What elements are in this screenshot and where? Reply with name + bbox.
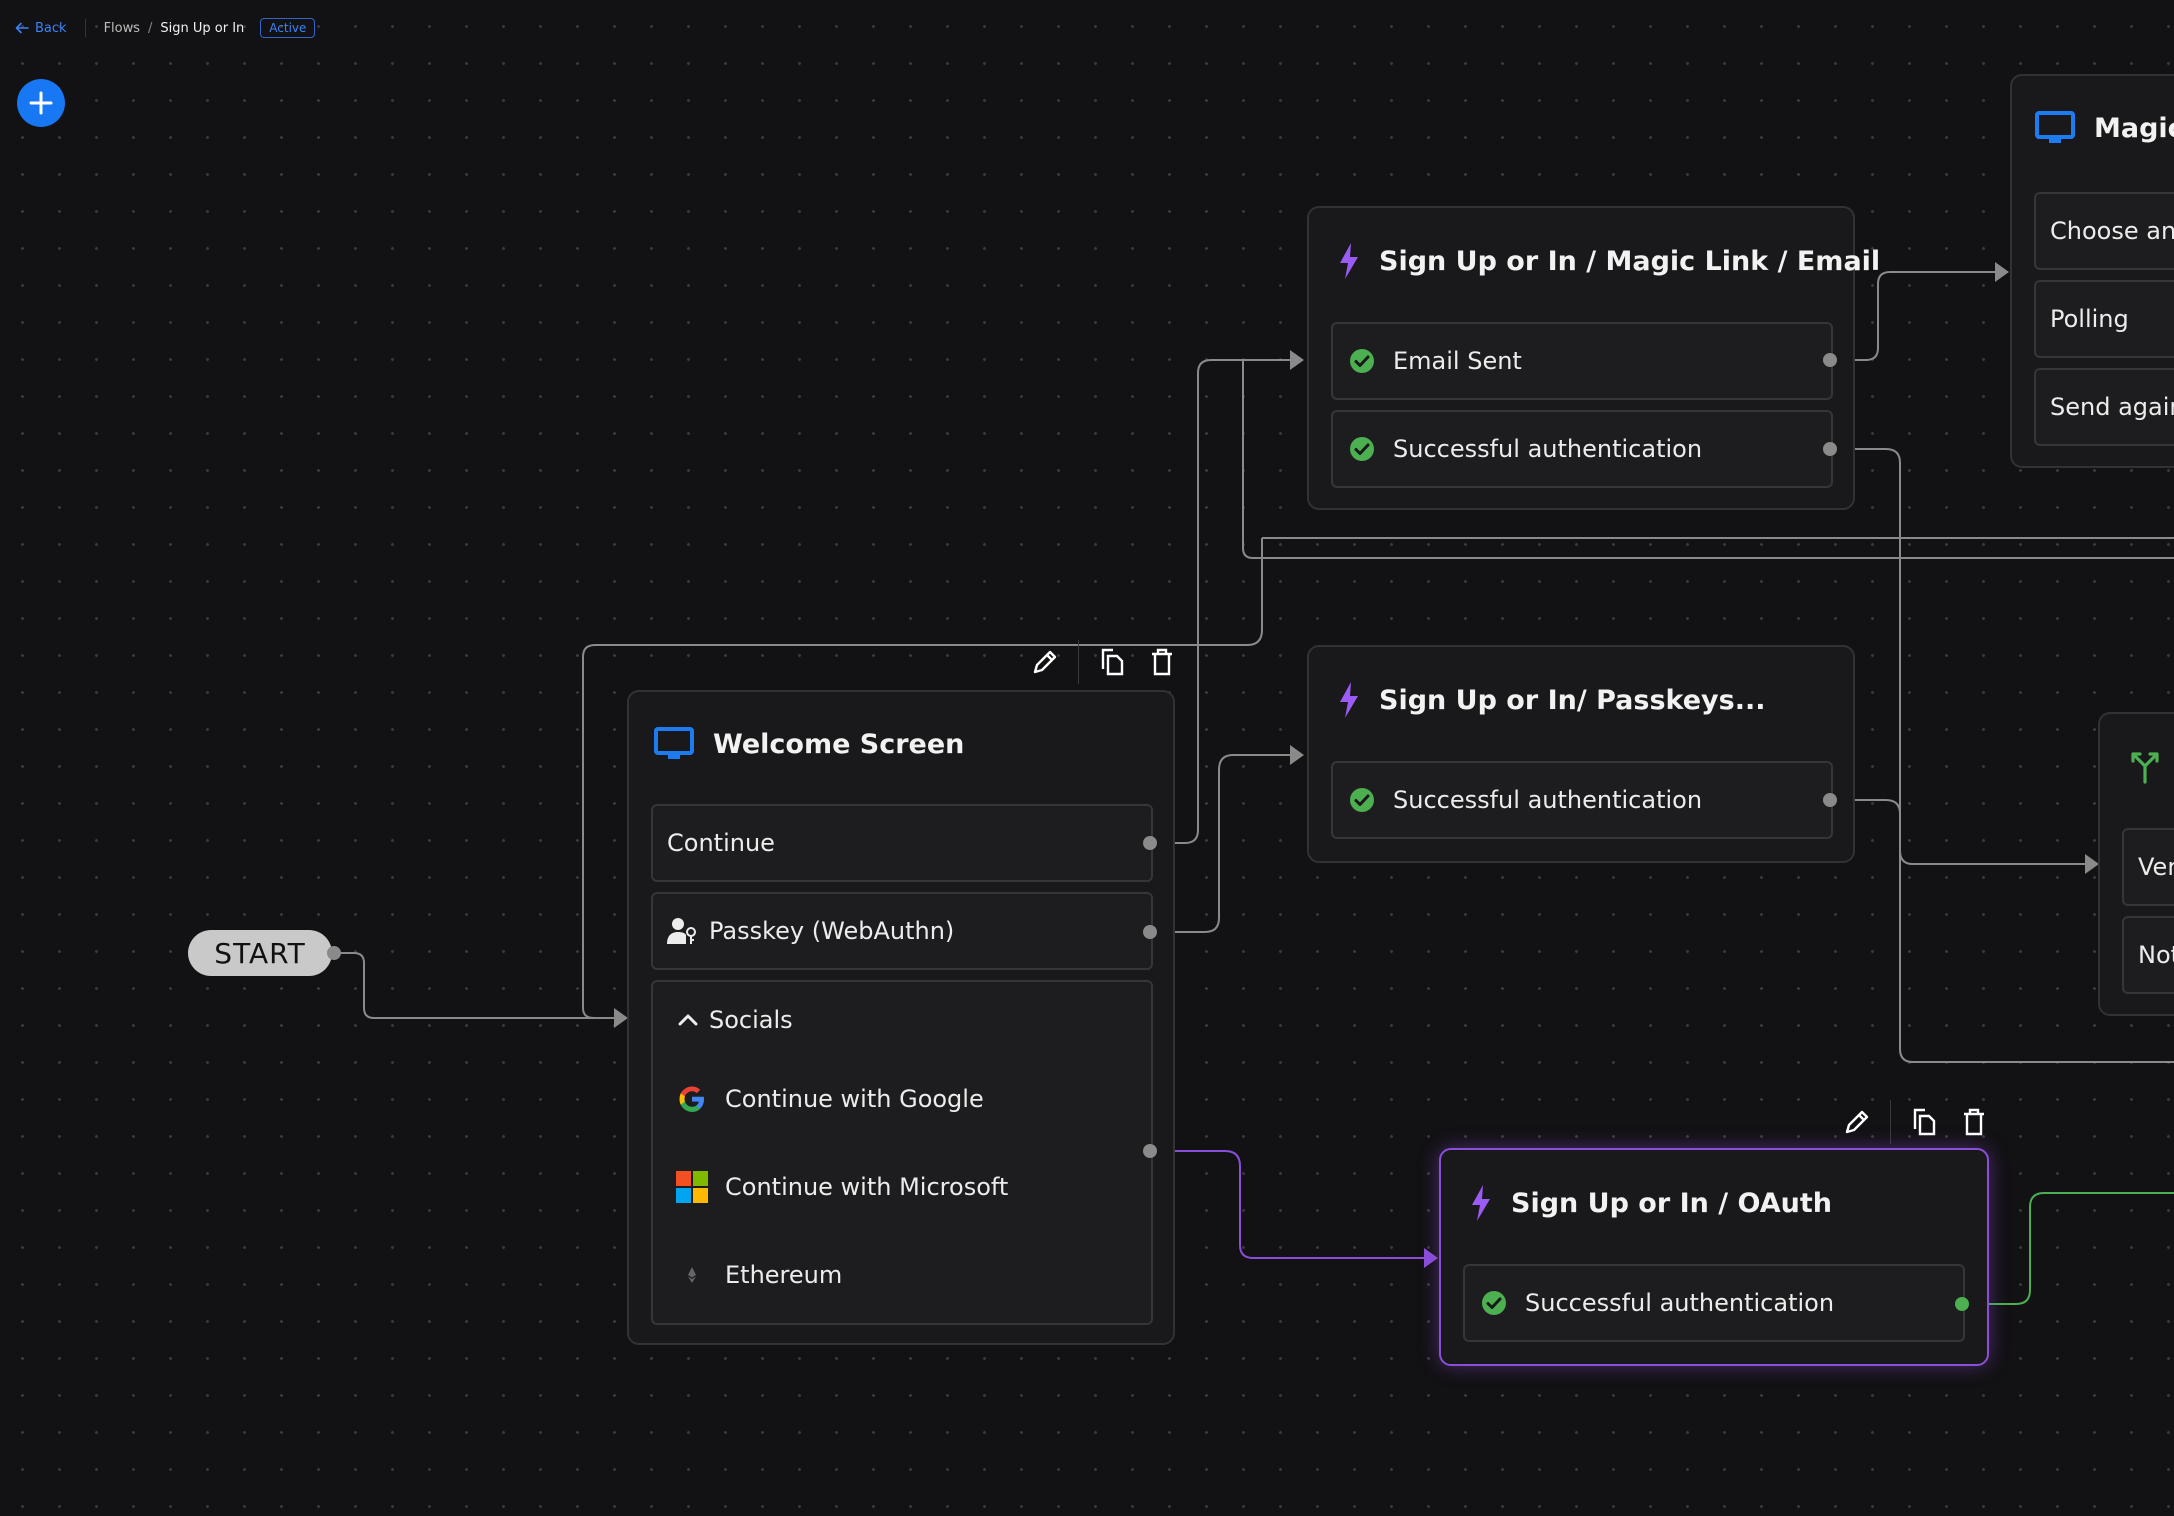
welcome-title: Welcome Screen bbox=[653, 726, 964, 762]
top-bar: Back Flows / Sign Up or In Active bbox=[15, 17, 316, 39]
passkeys-action-node[interactable]: Sign Up or In/ Passkeys... Successful au… bbox=[1307, 645, 1855, 863]
condition-row-not[interactable]: Not bbox=[2122, 916, 2174, 994]
ethereum-button[interactable]: Ethereum bbox=[675, 1258, 842, 1292]
magic-success-output[interactable]: Successful authentication bbox=[1331, 410, 1833, 488]
passkey-button[interactable]: Passkey (WebAuthn) bbox=[651, 892, 1153, 970]
lightning-icon bbox=[1472, 1185, 1490, 1221]
socials-group: Socials Continue with Google Continue wi… bbox=[651, 980, 1153, 1325]
delete-button[interactable] bbox=[1957, 1105, 1991, 1139]
continue-button[interactable]: Continue bbox=[651, 804, 1153, 882]
arrow-left-icon bbox=[15, 22, 29, 34]
delete-button[interactable] bbox=[1145, 645, 1179, 679]
check-circle-icon bbox=[1350, 437, 1374, 461]
duplicate-button[interactable] bbox=[1095, 645, 1129, 679]
magic-row-send-again[interactable]: Send again bbox=[2034, 368, 2174, 446]
lightning-icon bbox=[1340, 682, 1358, 718]
passkeys-success-output[interactable]: Successful authentication bbox=[1331, 761, 1833, 839]
oauth-success-port[interactable] bbox=[1955, 1297, 1969, 1311]
condition-row-ver[interactable]: Ver bbox=[2122, 828, 2174, 906]
start-output-port[interactable] bbox=[327, 946, 341, 960]
chevron-up-icon bbox=[678, 1014, 698, 1026]
divider bbox=[84, 19, 86, 37]
email-sent-output[interactable]: Email Sent bbox=[1331, 322, 1833, 400]
pencil-icon bbox=[1845, 1110, 1869, 1134]
breadcrumb-current: Sign Up or In bbox=[160, 20, 245, 36]
magic-row-polling[interactable]: Polling bbox=[2034, 280, 2174, 358]
start-label: START bbox=[214, 936, 306, 970]
monitor-icon bbox=[2035, 111, 2075, 143]
oauth-title: Sign Up or In / OAuth bbox=[1469, 1184, 1832, 1222]
breadcrumb-flows[interactable]: Flows bbox=[104, 21, 140, 36]
welcome-screen-node[interactable]: Welcome Screen Continue Passkey (WebAuth… bbox=[627, 690, 1175, 1345]
magic-row-choose[interactable]: Choose and bbox=[2034, 192, 2174, 270]
wire-magic-success bbox=[1830, 448, 2085, 865]
back-label: Back bbox=[35, 20, 67, 36]
oauth-action-node[interactable]: Sign Up or In / OAuth Successful authent… bbox=[1439, 1148, 1989, 1366]
edit-button[interactable] bbox=[1840, 1105, 1874, 1139]
back-link[interactable]: Back bbox=[15, 21, 67, 36]
check-circle-icon bbox=[1350, 349, 1374, 373]
add-node-button[interactable] bbox=[17, 79, 65, 127]
check-circle-icon bbox=[1482, 1291, 1506, 1315]
monitor-icon bbox=[654, 727, 694, 759]
copy-icon bbox=[1101, 648, 1124, 676]
socials-toggle[interactable]: Socials bbox=[677, 1006, 793, 1034]
duplicate-button[interactable] bbox=[1907, 1105, 1941, 1139]
check-circle-icon bbox=[1350, 788, 1374, 812]
magic-link-title: Sign Up or In / Magic Link / Email bbox=[1337, 242, 1880, 280]
condition-node[interactable]: Ver Not bbox=[2098, 712, 2174, 1016]
copy-icon bbox=[1913, 1108, 1936, 1136]
edit-button[interactable] bbox=[1028, 645, 1062, 679]
continue-output-port[interactable] bbox=[1143, 836, 1157, 850]
wire-oauth-success bbox=[1962, 1192, 2174, 1305]
split-icon bbox=[2131, 752, 2159, 784]
passkeys-title: Sign Up or In/ Passkeys... bbox=[1337, 681, 1766, 719]
ethereum-icon bbox=[688, 1267, 696, 1283]
lightning-icon bbox=[1340, 243, 1358, 279]
microsoft-icon bbox=[676, 1171, 708, 1203]
start-node[interactable]: START bbox=[188, 930, 332, 976]
wire-socials-oauth bbox=[1150, 1150, 1424, 1259]
user-key-icon bbox=[667, 918, 696, 944]
welcome-toolbar bbox=[1028, 640, 1179, 684]
breadcrumb-separator: / bbox=[148, 20, 153, 36]
oauth-success-output[interactable]: Successful authentication bbox=[1463, 1264, 1965, 1342]
passkeys-success-port[interactable] bbox=[1823, 793, 1837, 807]
magic-screen-node[interactable]: Magic Choose and Polling Send again bbox=[2010, 74, 2174, 468]
oauth-toolbar bbox=[1840, 1100, 1991, 1144]
email-sent-port[interactable] bbox=[1823, 353, 1837, 367]
trash-icon bbox=[1152, 648, 1172, 676]
trash-icon bbox=[1964, 1108, 1984, 1136]
magic-success-port[interactable] bbox=[1823, 442, 1837, 456]
wire-start-welcome bbox=[334, 952, 614, 1019]
socials-output-port[interactable] bbox=[1143, 1144, 1157, 1158]
microsoft-button[interactable]: Continue with Microsoft bbox=[675, 1170, 1008, 1204]
google-icon bbox=[679, 1086, 704, 1112]
magic-screen-title: Magic bbox=[2034, 110, 2174, 146]
passkey-output-port[interactable] bbox=[1143, 925, 1157, 939]
pencil-icon bbox=[1033, 650, 1057, 674]
plus-icon bbox=[29, 91, 53, 115]
status-badge: Active bbox=[260, 18, 316, 38]
google-button[interactable]: Continue with Google bbox=[675, 1082, 984, 1116]
magic-link-action-node[interactable]: Sign Up or In / Magic Link / Email Email… bbox=[1307, 206, 1880, 510]
